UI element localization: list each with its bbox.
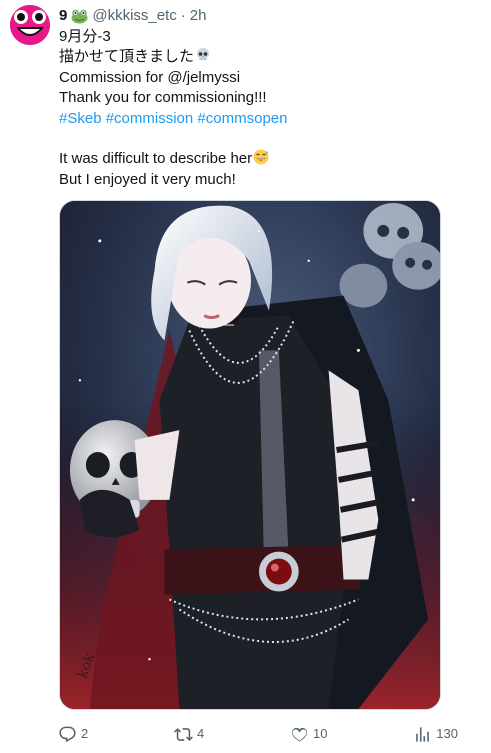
- tweet-actions-bar: 2 4 10 130: [58, 724, 458, 744]
- reply-button[interactable]: 2: [58, 725, 88, 744]
- illustration-artwork: kok: [60, 201, 440, 709]
- views-button[interactable]: 130: [413, 725, 458, 744]
- timestamp[interactable]: 2h: [190, 6, 207, 26]
- tweet-header: 9 @kkkiss_etc · 2h: [59, 6, 479, 26]
- text-line-difficult: It was difficult to describe her: [59, 149, 479, 169]
- tweet-text: 9月分-3 描かせて頂きました Commission for @/jelmyss…: [59, 27, 479, 190]
- user-handle[interactable]: @kkkiss_etc: [92, 6, 176, 26]
- frog-avatar-icon: [10, 5, 50, 45]
- frog-emoji-icon: [71, 9, 88, 24]
- text-line-enjoyed: But I enjoyed it very much!: [59, 170, 236, 188]
- skull-emoji-icon: [195, 47, 211, 63]
- text-blank-line: [59, 129, 479, 149]
- avatar[interactable]: [10, 5, 50, 45]
- text-line-commission: Commission for @/jelmyssi: [59, 68, 241, 86]
- repost-icon: [174, 727, 193, 741]
- like-count: 10: [313, 726, 328, 741]
- text-line-hashtags: #Skeb #commission #commsopen: [59, 109, 479, 129]
- reply-icon: [59, 726, 76, 742]
- text-line-month: 9月分-3: [59, 28, 111, 45]
- hashtag-commission[interactable]: #commission: [106, 110, 194, 127]
- sweat-smile-emoji-icon: [253, 149, 269, 165]
- text-line-japanese: 描かせて頂きました: [59, 47, 479, 67]
- hashtag-skeb[interactable]: #Skeb: [59, 110, 102, 127]
- tweet-card[interactable]: 9 @kkkiss_etc · 2h 9月分-3 描かせて頂きました Commi…: [0, 0, 491, 753]
- heart-icon: [291, 727, 308, 741]
- separator-dot: ·: [180, 7, 186, 24]
- text-line-thanks: Thank you for commissioning!!!: [59, 89, 267, 107]
- tweet-media-image[interactable]: kok: [59, 200, 441, 710]
- display-name[interactable]: 9: [59, 6, 67, 26]
- repost-count: 4: [197, 726, 205, 741]
- views-chart-icon: [416, 726, 430, 742]
- reply-count: 2: [81, 726, 89, 741]
- hashtag-commsopen[interactable]: #commsopen: [197, 110, 287, 127]
- japanese-text: 描かせて頂きました: [59, 48, 195, 66]
- like-button[interactable]: 10: [290, 725, 328, 744]
- view-count: 130: [436, 726, 458, 741]
- repost-button[interactable]: 4: [174, 725, 204, 744]
- difficult-text: It was difficult to describe her: [59, 150, 253, 168]
